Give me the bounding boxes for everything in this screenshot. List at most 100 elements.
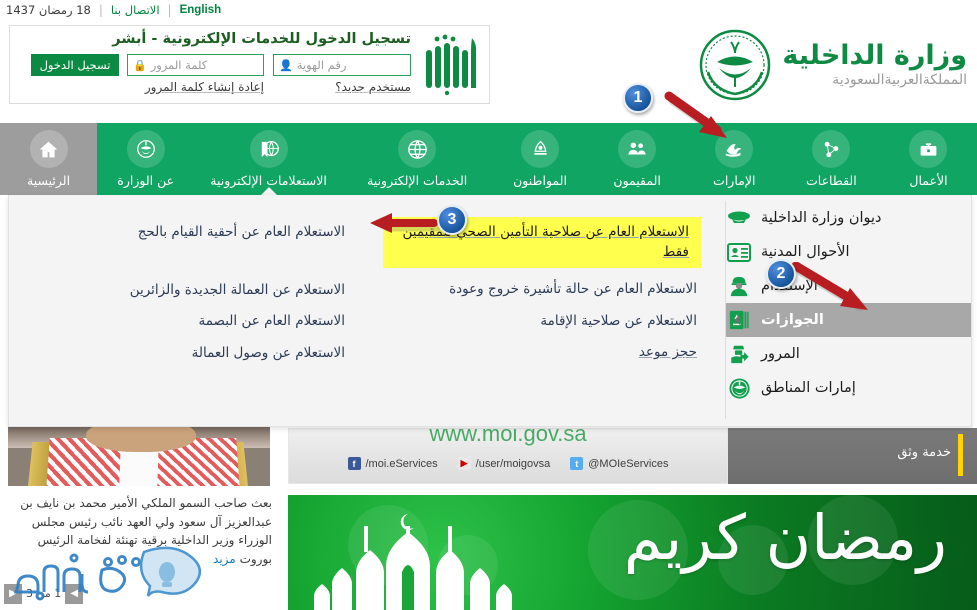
reset-password-link[interactable]: إعادة إنشاء كلمة المرور bbox=[145, 80, 264, 94]
menu-item-book-appointment[interactable]: حجز موعد bbox=[357, 337, 709, 369]
menu-item-new-workers-visitors[interactable]: الاستعلام عن العمالة الجديدة والزائرين bbox=[17, 275, 357, 307]
nav-item-e-inquiries[interactable]: الاستعلامات الإلكترونية bbox=[194, 123, 343, 196]
social-media-bar: www.moi.gov.sa f /moi.eServices ▶ /user/… bbox=[288, 421, 728, 484]
citizen-icon bbox=[521, 130, 560, 168]
main-navigation: الرئيسية عن الوزارة الاستعلامات الإلكترو… bbox=[0, 123, 977, 196]
dropdown-column-left: الاستعلام العام عن صلاحية التأمين الصحي … bbox=[357, 203, 709, 421]
login-title: تسجيل الدخول للخدمات الإلكترونية - أبشر bbox=[112, 31, 411, 47]
english-language-link[interactable]: English bbox=[172, 4, 230, 16]
sidebar-item-diwan[interactable]: ديوان وزارة الداخلية bbox=[726, 201, 971, 235]
annotation-badge-1: 1 bbox=[623, 83, 653, 113]
ministry-brand: وزارة الداخلية المملكةالعربيةالسعودية bbox=[698, 22, 967, 108]
banner-text: رمضان كريم bbox=[623, 501, 947, 574]
menu-item-labor-arrival[interactable]: الاستعلام عن وصول العمالة bbox=[17, 338, 357, 370]
sidebar-item-traffic[interactable]: المرور bbox=[726, 337, 971, 371]
twitter-icon: t bbox=[570, 457, 584, 470]
sidebar-label-passports: الجوازات bbox=[761, 312, 824, 328]
nav-item-sectors[interactable]: القطاعات bbox=[783, 123, 880, 195]
hijri-date: 18 رمضان 1437 bbox=[6, 3, 91, 17]
national-id-field[interactable]: 👤 رقم الهوية bbox=[273, 54, 411, 76]
nav-label-e-inquiries: الاستعلامات الإلكترونية bbox=[210, 173, 327, 188]
service-band[interactable]: خدمة وثق bbox=[728, 428, 977, 484]
facebook-icon: f bbox=[347, 457, 361, 470]
ministry-emblem-icon bbox=[126, 130, 165, 168]
nav-label-sectors: القطاعات bbox=[806, 173, 857, 188]
nav-label-business: الأعمال bbox=[909, 173, 948, 188]
nav-label-e-services: الخدمات الإلكترونية bbox=[367, 173, 468, 188]
sidebar-item-civil-affairs[interactable]: الأحوال المدنية bbox=[726, 235, 971, 269]
country-name: المملكةالعربيةالسعودية bbox=[832, 72, 967, 89]
page-root: 18 رمضان 1437 | الاتصال بنا | English تس… bbox=[0, 0, 977, 610]
annotation-badge-3: 3 bbox=[437, 205, 467, 235]
topbar-separator-2: | bbox=[167, 3, 172, 17]
dropdown-link-columns: الاستعلام العام عن أحقية القيام بالحج ال… bbox=[17, 203, 721, 421]
lock-icon: 🔒 bbox=[133, 58, 147, 72]
login-submit-button[interactable]: تسجيل الدخول bbox=[31, 54, 119, 76]
residents-icon bbox=[618, 130, 657, 168]
nav-item-citizens[interactable]: المواطنون bbox=[491, 123, 588, 195]
chevron-left-icon bbox=[734, 315, 740, 325]
nav-item-emirates[interactable]: الإمارات bbox=[686, 123, 783, 195]
password-field[interactable]: 🔒 كلمة المرور bbox=[127, 54, 264, 76]
password-placeholder: كلمة المرور bbox=[150, 58, 208, 72]
login-panel: تسجيل الدخول للخدمات الإلكترونية - أبشر … bbox=[9, 25, 490, 104]
nav-item-e-services[interactable]: الخدمات الإلكترونية bbox=[343, 123, 492, 195]
contact-us-link[interactable]: الاتصال بنا bbox=[103, 3, 168, 17]
sidebar-item-regions[interactable]: إمارات المناطق bbox=[726, 371, 971, 405]
nav-item-residents[interactable]: المقيمون bbox=[589, 123, 686, 195]
topbar-separator-1: | bbox=[98, 3, 103, 17]
dropdown-sidebar: ديوان وزارة الداخلية الأحوال المدنية الج… bbox=[726, 195, 971, 427]
traffic-icon bbox=[726, 342, 752, 366]
dropdown-column-right: الاستعلام العام عن أحقية القيام بالحج ال… bbox=[17, 203, 357, 421]
sidebar-label-regions: إمارات المناطق bbox=[761, 380, 856, 396]
mosque-silhouette-icon bbox=[314, 514, 512, 610]
saudi-emblem-icon bbox=[700, 29, 771, 101]
home-icon bbox=[29, 130, 68, 168]
nav-label-home: الرئيسية bbox=[27, 173, 71, 188]
nav-item-about-ministry[interactable]: عن الوزارة bbox=[97, 123, 194, 195]
utility-topbar: 18 رمضان 1437 | الاتصال بنا | English bbox=[0, 0, 420, 20]
social-links: f /moi.eServices ▶ /user/moigovsa t @MOI… bbox=[289, 457, 727, 470]
ramadan-banner[interactable]: رمضان كريم bbox=[288, 495, 977, 610]
national-id-placeholder: رقم الهوية bbox=[296, 58, 347, 72]
service-band-label: خدمة وثق bbox=[897, 445, 951, 460]
nav-label-about-ministry: عن الوزارة bbox=[117, 173, 175, 188]
globe-flag-icon bbox=[249, 130, 288, 168]
service-band-accent bbox=[958, 434, 963, 476]
menu-item-health-insurance[interactable]: الاستعلام العام عن صلاحية التأمين الصحي … bbox=[383, 217, 701, 269]
annotation-badge-2: 2 bbox=[766, 259, 796, 289]
sidebar-label-civil-affairs: الأحوال المدنية bbox=[761, 244, 850, 260]
facebook-handle: /moi.eServices bbox=[365, 457, 438, 470]
youtube-handle: /user/moigovsa bbox=[475, 457, 551, 470]
user-icon: 👤 bbox=[279, 58, 293, 72]
minister-photo bbox=[8, 424, 270, 486]
menu-item-exit-reentry-visa[interactable]: الاستعلام العام عن حالة تأشيرة خروج وعود… bbox=[357, 274, 709, 306]
sectors-icon bbox=[812, 130, 851, 168]
new-user-link[interactable]: مستخدم جديد؟ bbox=[335, 80, 411, 94]
menu-item-iqama-validity[interactable]: الاستعلام عن صلاحية الإقامة bbox=[357, 306, 709, 338]
sidebar-label-diwan: ديوان وزارة الداخلية bbox=[761, 210, 882, 226]
nav-label-emirates: الإمارات bbox=[713, 173, 756, 188]
nav-label-residents: المقيمون bbox=[613, 173, 661, 188]
youtube-link[interactable]: ▶ /user/moigovsa bbox=[457, 457, 551, 470]
brand-text: وزارة الداخلية المملكةالعربيةالسعودية bbox=[782, 39, 967, 89]
absher-logo-icon bbox=[426, 34, 477, 96]
twitter-link[interactable]: t @MOIeServices bbox=[570, 457, 668, 470]
nav-item-business[interactable]: الأعمال bbox=[880, 123, 977, 195]
e-inquiries-dropdown-panel: ديوان وزارة الداخلية الأحوال المدنية الج… bbox=[8, 195, 972, 427]
worker-icon bbox=[726, 274, 752, 298]
sidebar-item-passports[interactable]: الجوازات bbox=[726, 303, 971, 337]
facebook-link[interactable]: f /moi.eServices bbox=[347, 457, 438, 470]
sidebar-label-traffic: المرور bbox=[761, 346, 800, 362]
menu-item-fingerprint[interactable]: الاستعلام العام عن البصمة bbox=[17, 306, 357, 338]
regions-icon bbox=[726, 376, 752, 400]
news-more-link[interactable]: مزيد bbox=[213, 552, 236, 566]
nav-item-home[interactable]: الرئيسية bbox=[0, 123, 98, 195]
site-watermark bbox=[13, 546, 202, 601]
sidebar-item-recruitment[interactable]: الإستقدام bbox=[726, 269, 971, 303]
diwan-icon bbox=[726, 206, 752, 230]
menu-item-hajj-eligibility[interactable]: الاستعلام العام عن أحقية القيام بالحج bbox=[17, 217, 357, 249]
nav-label-citizens: المواطنون bbox=[513, 173, 567, 188]
ministry-name: وزارة الداخلية bbox=[782, 39, 967, 71]
youtube-icon: ▶ bbox=[457, 457, 471, 470]
